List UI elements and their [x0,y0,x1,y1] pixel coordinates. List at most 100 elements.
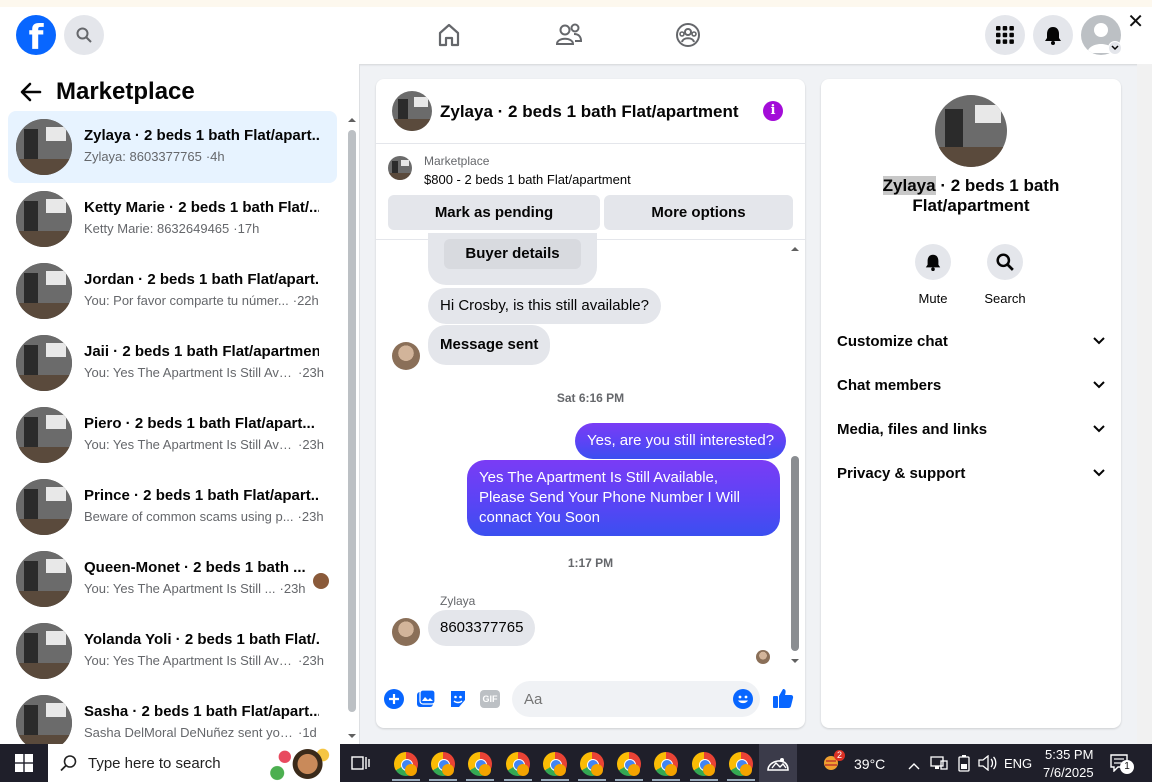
conversation-item[interactable]: Yolanda Yoli · 2 beds 1 bath Flat/... You… [8,615,337,687]
section-label: Media, files and links [837,420,988,438]
listing-avatar[interactable] [392,91,432,131]
scrollbar-thumb[interactable] [348,130,356,712]
sender-avatar[interactable] [392,618,420,646]
gif-icon[interactable]: GIF [480,689,500,709]
search-icon [996,253,1014,271]
listing-title[interactable]: $800 - 2 beds 1 bath Flat/apartment [424,172,631,187]
section-label: Privacy & support [837,464,966,482]
mark-as-pending-button[interactable]: Mark as pending [388,195,600,230]
media-files-links-row[interactable]: Media, files and links [837,417,1105,441]
conversation-name: Queen-Monet · 2 beds 1 bath ... [84,559,306,576]
chrome-profile-icon[interactable] [505,752,530,776]
conversation-item[interactable]: Ketty Marie · 2 beds 1 bath Flat/... Kett… [8,183,337,255]
sidebar-header: Marketplace [20,78,195,106]
snippet-time: ·23h [298,437,325,452]
emoji-icon[interactable] [733,689,753,709]
notifications-button[interactable] [1033,15,1073,55]
page-scrollbar[interactable] [1137,64,1152,744]
conversation-item[interactable]: Prince · 2 beds 1 bath Flat/apart... Bewa… [8,471,337,543]
mute-button[interactable]: Mute [903,244,963,306]
message-bubble[interactable]: Yes, are you still interested? [575,423,787,459]
info-icon[interactable]: i [763,101,783,121]
plus-icon[interactable] [384,689,404,709]
message-input[interactable] [512,681,760,717]
conversation-snippet: You: Yes The Apartment Is Still Ava... ·2… [84,437,324,452]
chevron-down-icon [1093,469,1105,477]
chrome-profile-icon[interactable] [468,752,493,776]
running-indicator [540,779,569,781]
like-thumb-icon[interactable] [772,687,794,709]
marketplace-listing-bar: Marketplace $800 - 2 beds 1 bath Flat/ap… [376,144,805,240]
chat-scrollbar[interactable] [790,245,800,665]
taskbar-search-box[interactable]: Type here to search [48,744,340,782]
scrollbar-thumb[interactable] [791,456,799,651]
conversation-snippet: You: Yes The Apartment Is Still Ava... ·2… [84,653,324,668]
start-button[interactable] [0,744,48,782]
sticker-icon[interactable] [448,689,468,709]
home-icon[interactable] [435,21,463,49]
chevron-down-icon[interactable] [1108,41,1122,55]
weather-icon[interactable]: 2 [822,750,845,773]
clock-time[interactable]: 5:35 PM [1045,747,1093,762]
clock-date[interactable]: 7/6/2025 [1043,765,1094,780]
facebook-logo[interactable]: f [16,15,56,55]
conversation-name: Zylaya · 2 beds 1 bath Flat/apart... [84,127,319,144]
more-options-button[interactable]: More options [604,195,793,230]
volume-icon[interactable] [977,754,997,776]
conversation-snippet: Sasha DelMoral DeNuñez sent you ... ·1d [84,725,317,740]
chat-title[interactable]: Zylaya · 2 beds 1 bath Flat/apartment [440,102,739,122]
conversation-item[interactable]: Jaii · 2 beds 1 bath Flat/apartment You: … [8,327,337,399]
friends-icon[interactable] [555,21,583,49]
privacy-support-row[interactable]: Privacy & support [837,461,1105,485]
back-arrow-icon[interactable] [20,82,42,102]
task-view-icon[interactable] [350,754,370,772]
search-button[interactable] [64,15,104,55]
conversation-item[interactable]: Zylaya · 2 beds 1 bath Flat/apart... Zyla… [8,111,337,183]
message-bubble[interactable]: Message sent [428,325,551,365]
chrome-profile-icon[interactable] [691,752,716,776]
message-bubble[interactable]: Yes The Apartment Is Still Available, Pl… [467,460,780,536]
input-language[interactable]: ENG [1004,756,1032,771]
customize-chat-row[interactable]: Customize chat [837,329,1105,353]
listing-avatar-large[interactable] [935,95,1007,167]
chrome-profile-icon[interactable] [728,752,753,776]
conversation-name: Piero · 2 beds 1 bath Flat/apart... [84,415,315,432]
listing-thumbnail [16,479,72,535]
battery-icon[interactable] [957,754,971,777]
marketplace-label: Marketplace [424,154,490,168]
chevron-up-icon[interactable] [908,757,920,775]
temperature[interactable]: 39°C [854,756,885,772]
chrome-profile-icon[interactable] [431,752,456,776]
conversation-item[interactable]: Queen-Monet · 2 beds 1 bath ... You: Yes … [8,543,337,615]
notification-count: 1 [1120,760,1134,774]
chat-members-row[interactable]: Chat members [837,373,1105,397]
conversation-item[interactable]: Piero · 2 beds 1 bath Flat/apart... You: … [8,399,337,471]
chrome-profile-icon[interactable] [654,752,679,776]
top-navigation-bar: f ✕ [0,0,1152,64]
sidebar-scrollbar[interactable] [347,116,357,740]
search-icon [60,755,77,772]
chrome-profile-icon[interactable] [542,752,567,776]
message-bubble[interactable]: Hi Crosby, is this still available? [428,288,661,324]
mute-label: Mute [918,291,948,306]
sender-avatar[interactable] [392,342,420,370]
chrome-profile-icon[interactable] [394,752,418,776]
page-title: Marketplace [56,78,195,105]
conversation-snippet: Beware of common scams using p... ·23h [84,509,324,524]
menu-button[interactable] [985,15,1025,55]
photo-icon[interactable] [416,689,436,709]
close-icon[interactable]: ✕ [1127,9,1144,34]
chrome-profile-icon[interactable] [580,752,604,776]
message-bubble[interactable]: 8603377765 [428,610,536,646]
chrome-profile-icon[interactable] [617,752,642,776]
network-icon[interactable] [930,755,948,776]
snippet-time: ·23h [298,653,325,668]
photos-app-icon[interactable] [759,744,797,782]
notification-center-icon[interactable]: 1 [1110,754,1134,774]
listing-thumbnail [16,407,72,463]
search-in-conversation-button[interactable]: Search [975,244,1035,306]
conversation-item[interactable]: Jordan · 2 beds 1 bath Flat/apart... You:… [8,255,337,327]
listing-thumbnail[interactable] [388,156,412,180]
buyer-details-button[interactable]: Buyer details [444,239,581,269]
groups-icon[interactable] [674,21,702,49]
